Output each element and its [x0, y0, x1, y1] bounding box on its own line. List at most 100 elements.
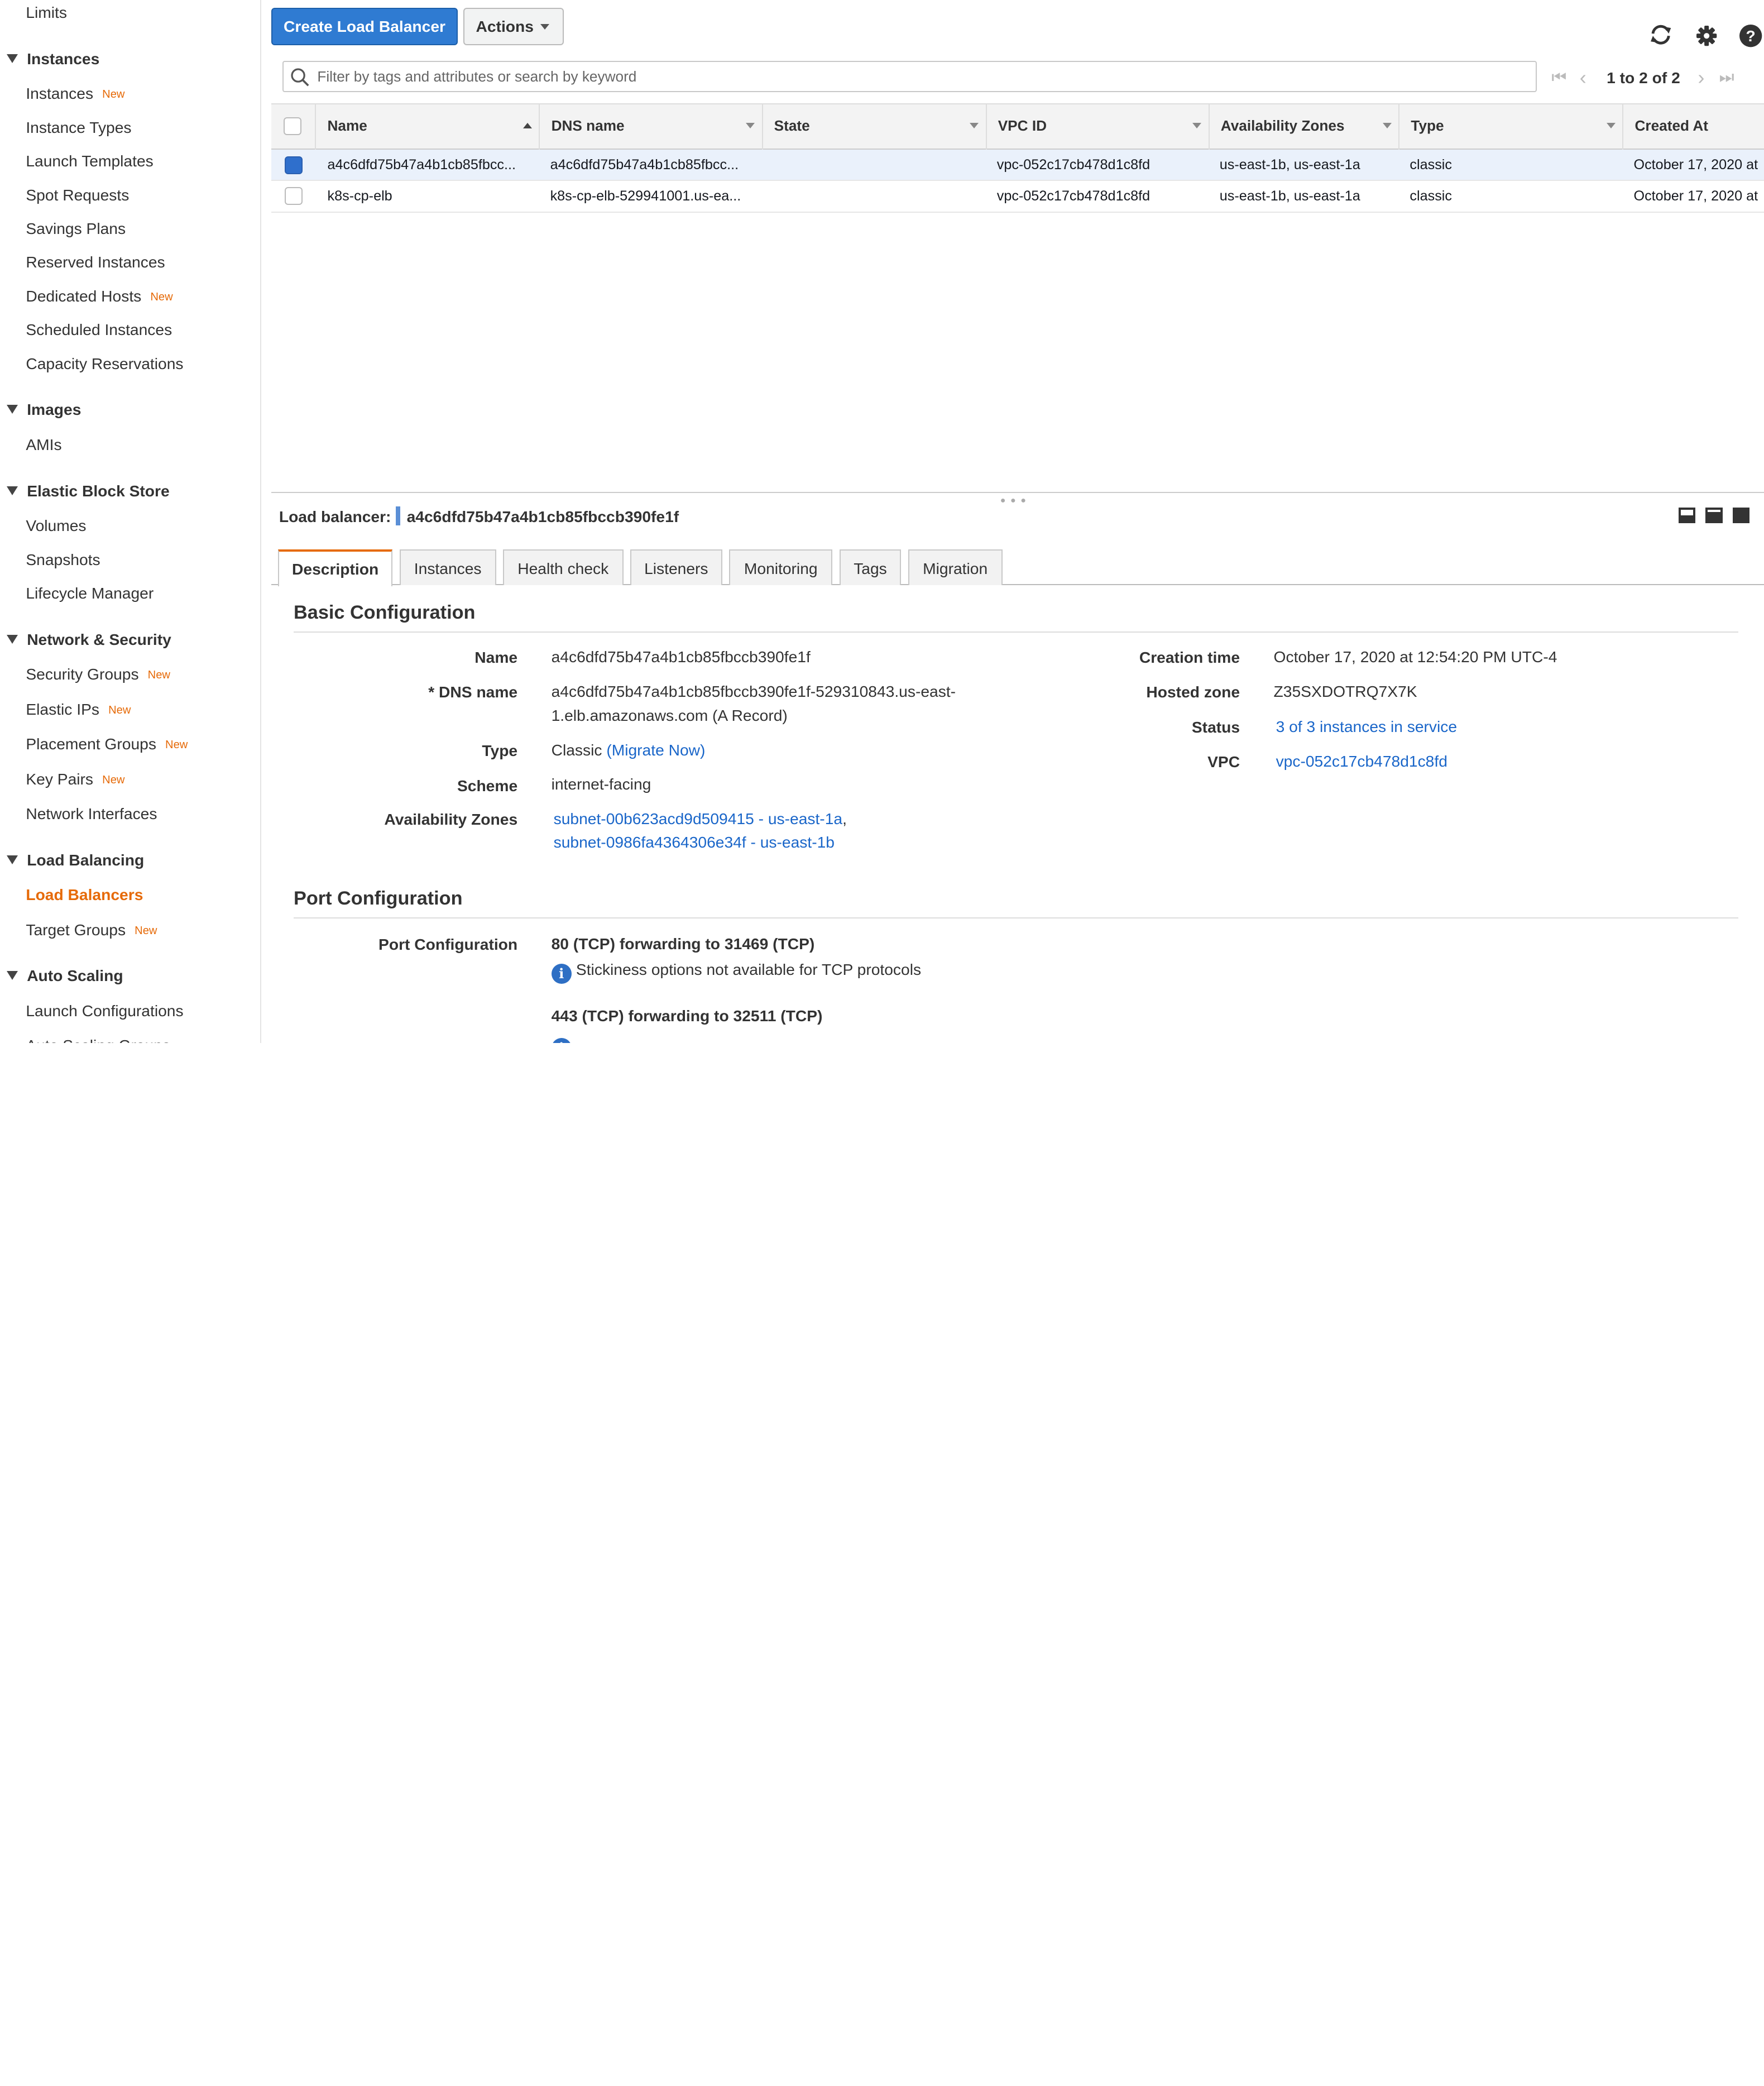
sidebar-item-label: Load Balancing — [27, 851, 144, 869]
sort-icon — [746, 123, 755, 128]
select-all-checkbox[interactable] — [284, 117, 301, 135]
sidebar-item-label: Placement Groups — [26, 735, 156, 753]
column-header-created[interactable]: Created At — [1623, 104, 1764, 150]
prev-page-icon[interactable]: ‹ — [1580, 68, 1586, 88]
sidebar-item-instances[interactable]: Instances New — [26, 81, 124, 106]
table-row[interactable]: a4c6dfd75b47a4b1cb85fbcc... a4c6dfd75b47… — [271, 150, 1764, 181]
cell-state — [773, 150, 978, 180]
sidebar-section-images[interactable]: Images — [7, 397, 81, 422]
sidebar-item-amis[interactable]: AMIs — [26, 432, 61, 457]
scheme-value: internet-facing — [552, 772, 651, 796]
cell-created: October 17, 2020 at — [1634, 150, 1764, 180]
sidebar-item-label: Launch Templates — [26, 152, 153, 170]
sidebar-item-label: Target Groups — [26, 921, 126, 939]
section-divider — [294, 917, 1738, 918]
sidebar-item-security-groups[interactable]: Security GroupsNew — [26, 662, 170, 686]
actions-label: Actions — [476, 17, 534, 35]
sidebar-item-key-pairs[interactable]: Key PairsNew — [26, 767, 124, 791]
first-page-icon[interactable]: ⏮ — [1551, 68, 1566, 88]
sidebar-item-elastic-ips[interactable]: Elastic IPsNew — [26, 697, 131, 721]
layout-large-icon[interactable] — [1733, 508, 1749, 523]
sidebar-item-target-groups[interactable]: Target GroupsNew — [26, 917, 157, 942]
select-all-cell — [271, 104, 317, 150]
sidebar-item-reserved-instances[interactable]: Reserved Instances — [26, 250, 165, 274]
new-badge: New — [102, 88, 124, 101]
sidebar-section-elastic-block-store[interactable]: Elastic Block Store — [7, 479, 170, 503]
sidebar-item-label: Instances — [26, 84, 93, 102]
gear-icon[interactable] — [1694, 23, 1719, 48]
port-config-title: Port Configuration — [294, 888, 463, 910]
status-link[interactable]: 3 of 3 instances in service — [1276, 715, 1458, 738]
sort-icon — [1607, 123, 1616, 128]
sidebar-item-label: Elastic Block Store — [27, 482, 170, 500]
column-header-type[interactable]: Type — [1399, 104, 1623, 150]
pager-text: 1 to 2 of 2 — [1607, 69, 1680, 87]
sidebar-item-savings-plans[interactable]: Savings Plans — [26, 216, 126, 241]
tab-listeners[interactable]: Listeners — [630, 549, 722, 585]
tab-tags[interactable]: Tags — [840, 549, 902, 585]
row-checkbox[interactable] — [285, 156, 303, 174]
lb-name: a4c6dfd75b47a4b1cb85fbccb390fe1f — [407, 508, 679, 525]
sidebar-item-label: Savings Plans — [26, 219, 126, 237]
sidebar-item-capacity-reservations[interactable]: Capacity Reservations — [26, 351, 183, 376]
next-page-icon[interactable]: › — [1698, 68, 1704, 88]
sidebar-item-instance-types[interactable]: Instance Types — [26, 115, 131, 140]
sidebar-item-launch-configurations[interactable]: Launch Configurations — [26, 998, 183, 1023]
hosted-zone-label: Hosted zone — [1146, 683, 1240, 701]
load-balancers-table: Name DNS name State VPC ID Availability … — [271, 103, 1764, 492]
sidebar-item-label: Load Balancers — [26, 886, 143, 903]
pane-splitter-handle[interactable]: ● ● ● — [1000, 495, 1027, 506]
dns-name-value-line2: 1.elb.amazonaws.com (A Record) — [552, 704, 788, 727]
sidebar-item-snapshots[interactable]: Snapshots — [26, 547, 100, 572]
layout-small-icon[interactable] — [1679, 508, 1695, 523]
sidebar-section-network-security[interactable]: Network & Security — [7, 627, 171, 652]
column-header-azs[interactable]: Availability Zones — [1210, 104, 1400, 150]
sidebar-item-launch-templates[interactable]: Launch Templates — [26, 149, 153, 173]
sidebar-item-volumes[interactable]: Volumes — [26, 513, 86, 538]
sidebar-section-load-balancing[interactable]: Load Balancing — [7, 848, 144, 872]
cell-vpc: vpc-052c17cb478d1c8fd — [997, 150, 1202, 180]
column-header-name[interactable]: Name — [316, 104, 540, 150]
column-header-vpc[interactable]: VPC ID — [987, 104, 1210, 150]
refresh-icon[interactable] — [1648, 22, 1673, 47]
tab-description[interactable]: Description — [278, 549, 393, 587]
table-row[interactable]: k8s-cp-elb k8s-cp-elb-529941001.us-ea...… — [271, 181, 1764, 212]
sidebar-item-spot-requests[interactable]: Spot Requests — [26, 183, 129, 207]
sidebar-item-scheduled-instances[interactable]: Scheduled Instances — [26, 317, 172, 342]
basic-config-title: Basic Configuration — [294, 602, 475, 624]
subnet-link-1a[interactable]: subnet-00b623acd9d509415 - us-east-1a — [554, 810, 842, 827]
tab-migration[interactable]: Migration — [908, 549, 1003, 585]
row-checkbox[interactable] — [285, 187, 303, 205]
sidebar-section-auto-scaling[interactable]: Auto Scaling — [7, 963, 123, 988]
sidebar-item-lifecycle-manager[interactable]: Lifecycle Manager — [26, 581, 154, 605]
migrate-now-link[interactable]: (Migrate Now) — [606, 741, 705, 759]
sidebar-item-label: Elastic IPs — [26, 700, 99, 718]
sidebar-item-load-balancers[interactable]: Load Balancers — [26, 882, 143, 907]
type-value: Classic (Migrate Now) — [552, 738, 706, 762]
last-page-icon[interactable]: ⏭ — [1719, 68, 1734, 88]
sidebar-section-instances[interactable]: Instances — [7, 46, 99, 71]
help-icon[interactable]: ? — [1738, 23, 1763, 48]
tab-instances[interactable]: Instances — [400, 549, 496, 585]
tab-monitoring[interactable]: Monitoring — [729, 549, 832, 585]
sidebar-item-network-interfaces[interactable]: Network Interfaces — [26, 801, 157, 826]
column-header-state[interactable]: State — [763, 104, 987, 150]
sidebar-item-label: Network & Security — [27, 630, 171, 648]
sidebar-item-label: Scheduled Instances — [26, 320, 172, 338]
column-header-dns[interactable]: DNS name — [540, 104, 763, 150]
sidebar-item-label: Reserved Instances — [26, 253, 165, 271]
tab-health-check[interactable]: Health check — [503, 549, 624, 585]
actions-dropdown-button[interactable]: Actions — [463, 8, 563, 45]
filter-search-input[interactable]: Filter by tags and attributes or search … — [282, 61, 1537, 92]
sidebar-item-label: Instances — [27, 50, 99, 68]
vpc-link[interactable]: vpc-052c17cb478d1c8fd — [1276, 749, 1447, 773]
sidebar-item-limits[interactable]: Limits — [26, 0, 67, 25]
create-load-balancer-button[interactable]: Create Load Balancer — [271, 8, 458, 45]
layout-medium-icon[interactable] — [1705, 508, 1722, 523]
subnet-link-1b[interactable]: subnet-0986fa4364306e34f - us-east-1b — [554, 833, 835, 851]
listener-rule-1: 80 (TCP) forwarding to 31469 (TCP) — [552, 932, 815, 955]
sidebar-item-dedicated-hosts[interactable]: Dedicated HostsNew — [26, 284, 172, 308]
sidebar-item-placement-groups[interactable]: Placement GroupsNew — [26, 731, 188, 756]
collapse-triangle-icon — [7, 54, 18, 63]
sidebar-item-auto-scaling-groups[interactable]: Auto Scaling Groups — [26, 1033, 170, 1043]
